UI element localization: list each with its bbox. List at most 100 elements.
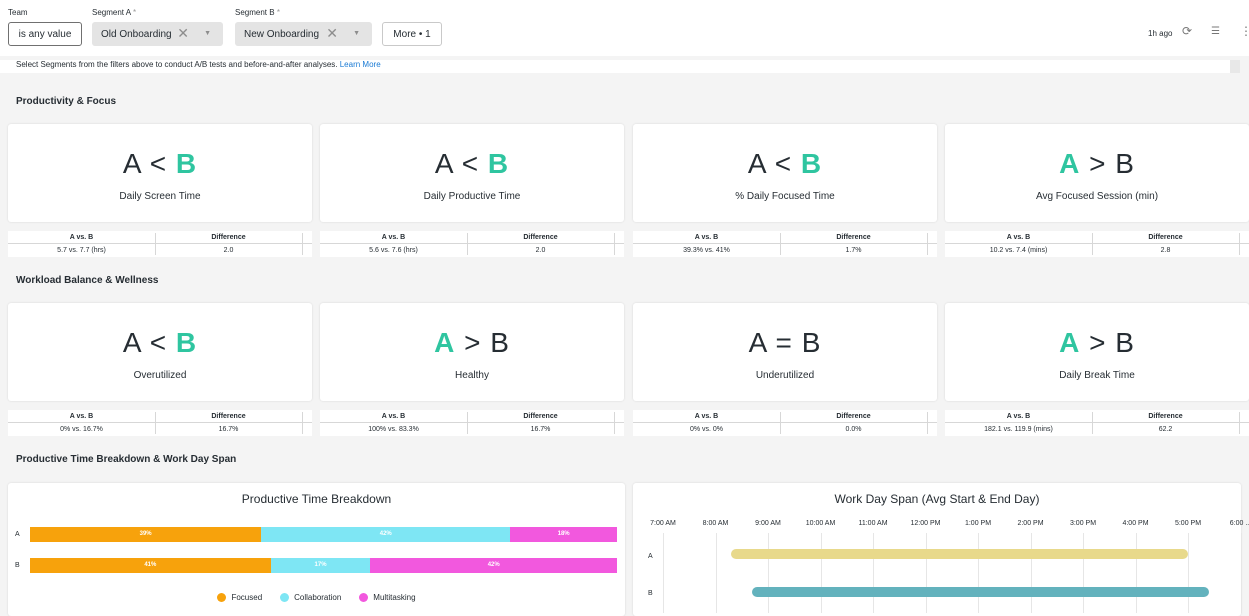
metric-card[interactable]: A > B Avg Focused Session (min) — [945, 124, 1249, 222]
table-row: 182.1 vs. 119.9 (mins) 62.2 — [945, 423, 1249, 436]
gridline — [1030, 533, 1032, 613]
chevron-down-icon[interactable]: ▼ — [353, 30, 360, 37]
column-divider — [614, 412, 615, 434]
table-row: 5.6 vs. 7.6 (hrs) 2.0 — [320, 244, 624, 257]
bar-collaboration-b[interactable]: 17% — [270, 558, 371, 573]
metric-card[interactable]: A > B Daily Break Time — [945, 303, 1249, 401]
cell-a-vs-b: 182.1 vs. 119.9 (mins) — [984, 426, 1053, 433]
comparison-result: A < B — [320, 148, 624, 180]
filter-icon[interactable]: ☰ — [1211, 26, 1220, 37]
clear-icon[interactable]: ✕ — [177, 25, 189, 42]
comparison-operator: < — [774, 148, 793, 179]
segment-a-symbol: A — [434, 148, 453, 179]
cell-difference: 16.7% — [218, 426, 239, 433]
segment-a-select[interactable]: Old Onboarding ✕ ▼ — [92, 22, 223, 46]
comparison-operator: > — [1089, 327, 1107, 358]
cell-difference: 16.7% — [530, 426, 551, 433]
column-divider — [302, 412, 303, 434]
gridline — [925, 533, 927, 613]
legend-label: Focused — [231, 593, 263, 602]
metric-name: % Daily Focused Time — [735, 191, 835, 202]
col-header-a-vs-b: A vs. B — [381, 413, 406, 420]
column-divider — [927, 412, 928, 434]
bar-collaboration-a[interactable]: 42% — [261, 527, 511, 542]
legend-item-collaboration: Collaboration — [280, 593, 341, 602]
col-header-a-vs-b: A vs. B — [1006, 234, 1031, 241]
metric-card[interactable]: A < B Daily Productive Time — [320, 124, 624, 222]
column-divider — [614, 233, 615, 255]
more-filters-button[interactable]: More • 1 — [382, 22, 442, 46]
table-header-row: A vs. B Difference — [8, 231, 312, 244]
bar-focused-b[interactable]: 41% — [30, 558, 271, 573]
comparison-result: A > B — [945, 148, 1249, 180]
col-header-difference: Difference — [1148, 413, 1183, 420]
cell-a-vs-b: 5.6 vs. 7.6 (hrs) — [369, 247, 418, 254]
segment-a-value: Old Onboarding — [101, 28, 172, 40]
metric-name: Daily Screen Time — [119, 191, 201, 202]
segment-b-symbol: B — [801, 327, 822, 358]
column-divider — [927, 233, 928, 255]
col-header-a-vs-b: A vs. B — [1006, 413, 1031, 420]
comparison-operator: = — [775, 327, 793, 358]
column-divider — [1239, 233, 1240, 255]
column-divider — [1092, 412, 1093, 434]
metric-table: A vs. B Difference 0% vs. 16.7% 16.7% — [8, 410, 312, 436]
segment-a-symbol: A — [747, 148, 766, 179]
table-header-row: A vs. B Difference — [633, 231, 937, 244]
x-tick-label: 3:00 PM — [1069, 520, 1097, 527]
table-row: 0% vs. 16.7% 16.7% — [8, 423, 312, 436]
cell-a-vs-b: 0% vs. 16.7% — [60, 426, 103, 433]
metric-name: Overutilized — [133, 370, 187, 381]
chart-title: Work Day Span (Avg Start & End Day) — [834, 492, 1040, 506]
column-divider — [155, 412, 156, 434]
cell-difference: 2.0 — [223, 247, 234, 254]
chevron-down-icon[interactable]: ▼ — [204, 30, 211, 37]
learn-more-link[interactable]: Learn More — [340, 60, 381, 69]
comparison-result: A < B — [633, 148, 937, 180]
gridline — [978, 533, 979, 613]
span-bar-a[interactable] — [731, 549, 1188, 559]
cell-difference: 1.7% — [845, 247, 862, 254]
segment-a-symbol: A — [122, 327, 141, 358]
team-filter-select[interactable]: is any value — [8, 22, 82, 46]
refresh-icon[interactable]: ⟳ — [1182, 24, 1192, 38]
segment-b-symbol: B — [1115, 327, 1135, 358]
bar-multitasking-a[interactable]: 18% — [510, 527, 617, 542]
comparison-operator: > — [464, 327, 482, 358]
team-filter-label: Team — [8, 8, 28, 17]
last-updated-text: 1h ago — [1148, 29, 1173, 38]
table-header-row: A vs. B Difference — [945, 410, 1249, 423]
metric-card[interactable]: A < B % Daily Focused Time — [633, 124, 937, 222]
metric-table: A vs. B Difference 5.7 vs. 7.7 (hrs) 2.0 — [8, 231, 312, 257]
segment-b-filter: Segment B * New Onboarding ✕ ▼ — [235, 7, 372, 46]
metric-name: Avg Focused Session (min) — [1035, 191, 1159, 202]
cell-difference: 2.0 — [535, 247, 546, 254]
segment-a-symbol: A — [1059, 148, 1081, 179]
span-bar-b[interactable] — [752, 587, 1209, 597]
segment-b-value: New Onboarding — [244, 28, 320, 40]
metric-table: A vs. B Difference 0% vs. 0% 0.0% — [633, 410, 937, 436]
more-vertical-icon[interactable]: ⋮ — [1240, 24, 1249, 38]
clear-icon[interactable]: ✕ — [326, 25, 338, 42]
gridline — [1135, 533, 1137, 613]
metric-card[interactable]: A < B Daily Screen Time — [8, 124, 312, 222]
metric-table: A vs. B Difference 10.2 vs. 7.4 (mins) 2.8 — [945, 231, 1249, 257]
metric-card[interactable]: A < B Overutilized — [8, 303, 312, 401]
metric-name: Underutilized — [755, 370, 815, 381]
scrollbar[interactable] — [1230, 60, 1240, 73]
x-tick-label: 1:00 PM — [964, 520, 992, 527]
metric-card[interactable]: A = B Underutilized — [633, 303, 937, 401]
metric-card[interactable]: A > B Healthy — [320, 303, 624, 401]
col-header-a-vs-b: A vs. B — [69, 234, 94, 241]
bar-multitasking-b[interactable]: 42% — [370, 558, 617, 573]
gridline — [663, 533, 664, 613]
column-divider — [302, 233, 303, 255]
segment-b-symbol: B — [1115, 148, 1135, 179]
comparison-result: A > B — [945, 327, 1249, 359]
segment-b-select[interactable]: New Onboarding ✕ ▼ — [235, 22, 372, 46]
col-header-a-vs-b: A vs. B — [69, 413, 94, 420]
comparison-operator: < — [461, 148, 480, 179]
cell-a-vs-b: 100% vs. 83.3% — [368, 426, 419, 433]
col-header-difference: Difference — [523, 234, 558, 241]
bar-focused-a[interactable]: 39% — [30, 527, 262, 542]
